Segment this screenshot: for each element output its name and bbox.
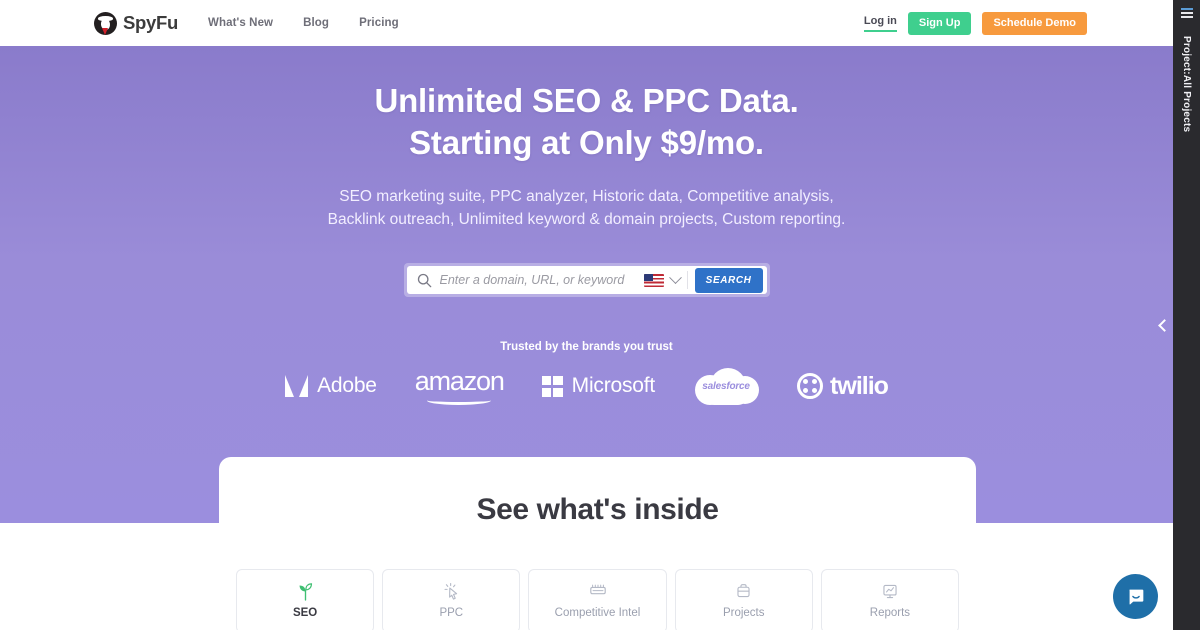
presentation-chart-icon [881,580,899,602]
hamburger-menu-icon[interactable] [1180,8,1193,20]
schedule-demo-button[interactable]: Schedule Demo [982,11,1087,35]
chat-launcher-button[interactable] [1113,574,1158,619]
chevron-down-icon[interactable] [668,271,682,284]
chat-bubble-icon [1128,589,1143,605]
search-button[interactable]: SEARCH [694,267,763,293]
brand-amazon-label: amazon [414,365,505,396]
main-nav: What's New Blog Pricing [208,17,399,29]
brand-amazon: amazon [414,365,505,405]
hero-subtitle-line-2: Backlink outreach, Unlimited keyword & d… [327,210,846,228]
tab-reports[interactable]: Reports [820,569,960,630]
tab-projects-label: Projects [722,607,765,619]
site-header: SpyFu What's New Blog Pricing Log in Sig… [0,0,1173,46]
spy-badge-icon [94,11,117,35]
brand-microsoft: Microsoft [541,374,656,398]
click-cursor-icon [443,580,460,602]
page-root: SpyFu What's New Blog Pricing Log in Sig… [0,0,1200,630]
signup-button[interactable]: Sign Up [907,11,972,35]
divider [686,271,688,290]
binoculars-icon [588,580,608,602]
trusted-by-label: Trusted by the brands you trust [500,341,673,354]
tab-projects[interactable]: Projects [674,569,813,630]
tab-competitive-intel-label: Competitive Intel [554,607,641,619]
feature-tabs: SEO PPC Competitive Intel Projects Repor… [236,569,960,630]
tab-seo[interactable]: SEO [236,569,375,630]
briefcase-icon [735,580,752,602]
hero-headline-line-2: Starting at Only $9/mo. [409,124,764,162]
search-bar: SEARCH [406,266,767,295]
login-link[interactable]: Log in [863,15,897,32]
tab-ppc-label: PPC [439,607,464,619]
card-title: See what's inside [476,493,719,526]
project-selector-label[interactable]: Project:All Projects [1181,36,1192,132]
hero-subtitle: SEO marketing suite, PPC analyzer, Histo… [0,186,1173,231]
brand-logos: Adobe amazon Microsoft salesforce twilio [0,366,1173,406]
brand-twilio: twilio [797,371,889,401]
brand-salesforce: salesforce [693,366,760,406]
nav-item-blog[interactable]: Blog [303,17,329,29]
brand-adobe-label: Adobe [317,374,377,398]
hero-subtitle-line-1: SEO marketing suite, PPC analyzer, Histo… [339,188,834,206]
hero-headline: Unlimited SEO & PPC Data. Starting at On… [0,80,1173,164]
salesforce-logo-icon: salesforce [693,366,760,406]
logo-wordmark: SpyFu [123,12,179,33]
microsoft-logo-icon [541,375,563,397]
brand-adobe: Adobe [285,374,377,398]
right-sidebar: Project:All Projects [1173,0,1200,630]
brand-microsoft-label: Microsoft [571,374,656,398]
chevron-left-icon [1157,318,1171,332]
hero-section: Unlimited SEO & PPC Data. Starting at On… [0,46,1173,523]
nav-item-whats-new[interactable]: What's New [208,17,273,29]
tab-seo-label: SEO [292,607,318,619]
tab-competitive-intel[interactable]: Competitive Intel [528,569,667,630]
twilio-logo-icon [797,373,824,400]
hero-headline-line-1: Unlimited SEO & PPC Data. [374,82,799,119]
tab-reports-label: Reports [869,607,911,619]
sidebar-collapse-button[interactable] [1155,310,1173,340]
adobe-logo-icon [285,375,309,398]
spyfu-logo[interactable]: SpyFu [94,11,179,35]
amazon-logo-icon [426,395,492,405]
search-icon [417,273,432,288]
search-input[interactable] [439,273,644,288]
see-inside-card: See what's inside SEO PPC Competitive In… [219,457,976,630]
sprout-icon [297,580,314,602]
header-actions: Log in Sign Up Schedule Demo [863,11,1087,35]
search-container: SEARCH [403,263,770,298]
brand-salesforce-label: salesforce [702,380,750,392]
tab-ppc[interactable]: PPC [382,569,521,630]
us-flag-icon[interactable] [643,273,664,287]
brand-twilio-label: twilio [830,371,889,400]
nav-item-pricing[interactable]: Pricing [359,17,399,29]
